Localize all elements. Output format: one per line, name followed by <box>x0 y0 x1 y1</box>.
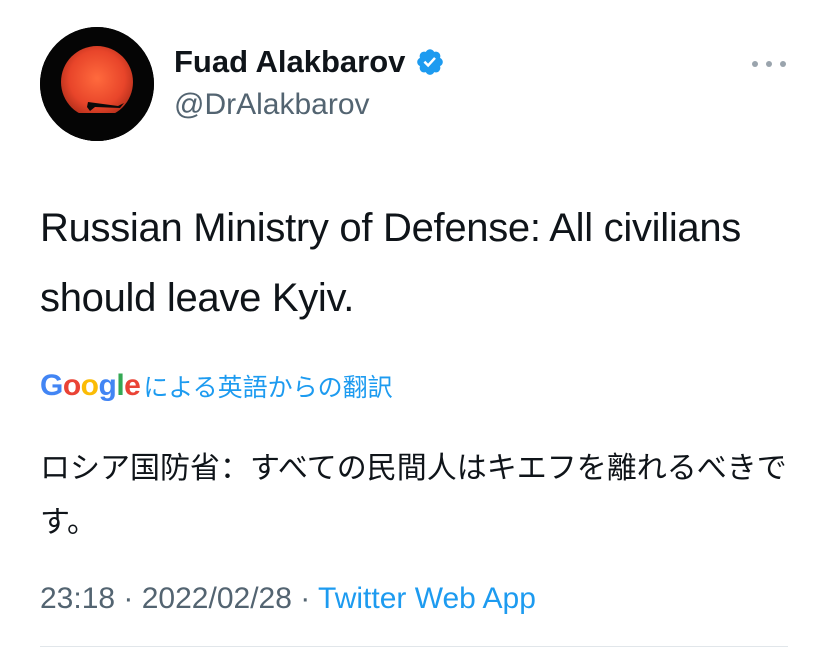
more-dots-icon[interactable] <box>752 58 786 70</box>
handle[interactable]: @DrAlakbarov <box>174 88 370 122</box>
dot <box>780 61 786 67</box>
tweet-date[interactable]: 2022/02/28 <box>142 582 292 615</box>
translated-text: ロシア国防省：すべての民間人はキエフを離れるべきです。 <box>40 451 787 540</box>
translation-label[interactable]: による英語からの翻訳 <box>143 368 392 404</box>
tweet-source[interactable]: Twitter Web App <box>318 582 536 615</box>
tweet-time[interactable]: 23:18 <box>40 582 115 615</box>
tweet-metadata: 23:18 · 2022/02/28 · Twitter Web App <box>40 582 536 616</box>
display-name[interactable]: Fuad Alakbarov <box>174 44 405 80</box>
tweet-text: Russian Ministry of Defense: All civilia… <box>40 206 741 320</box>
dot <box>752 61 758 67</box>
translation-attribution[interactable]: Google による英語からの翻訳 <box>40 368 393 404</box>
sunset-airplane-avatar-icon <box>40 27 154 141</box>
divider <box>40 646 788 647</box>
verified-badge-icon <box>417 49 444 75</box>
avatar[interactable] <box>40 27 154 141</box>
google-logo: Google <box>40 369 141 402</box>
dot <box>766 61 772 67</box>
separator: · <box>115 582 142 615</box>
separator: · <box>291 582 319 615</box>
